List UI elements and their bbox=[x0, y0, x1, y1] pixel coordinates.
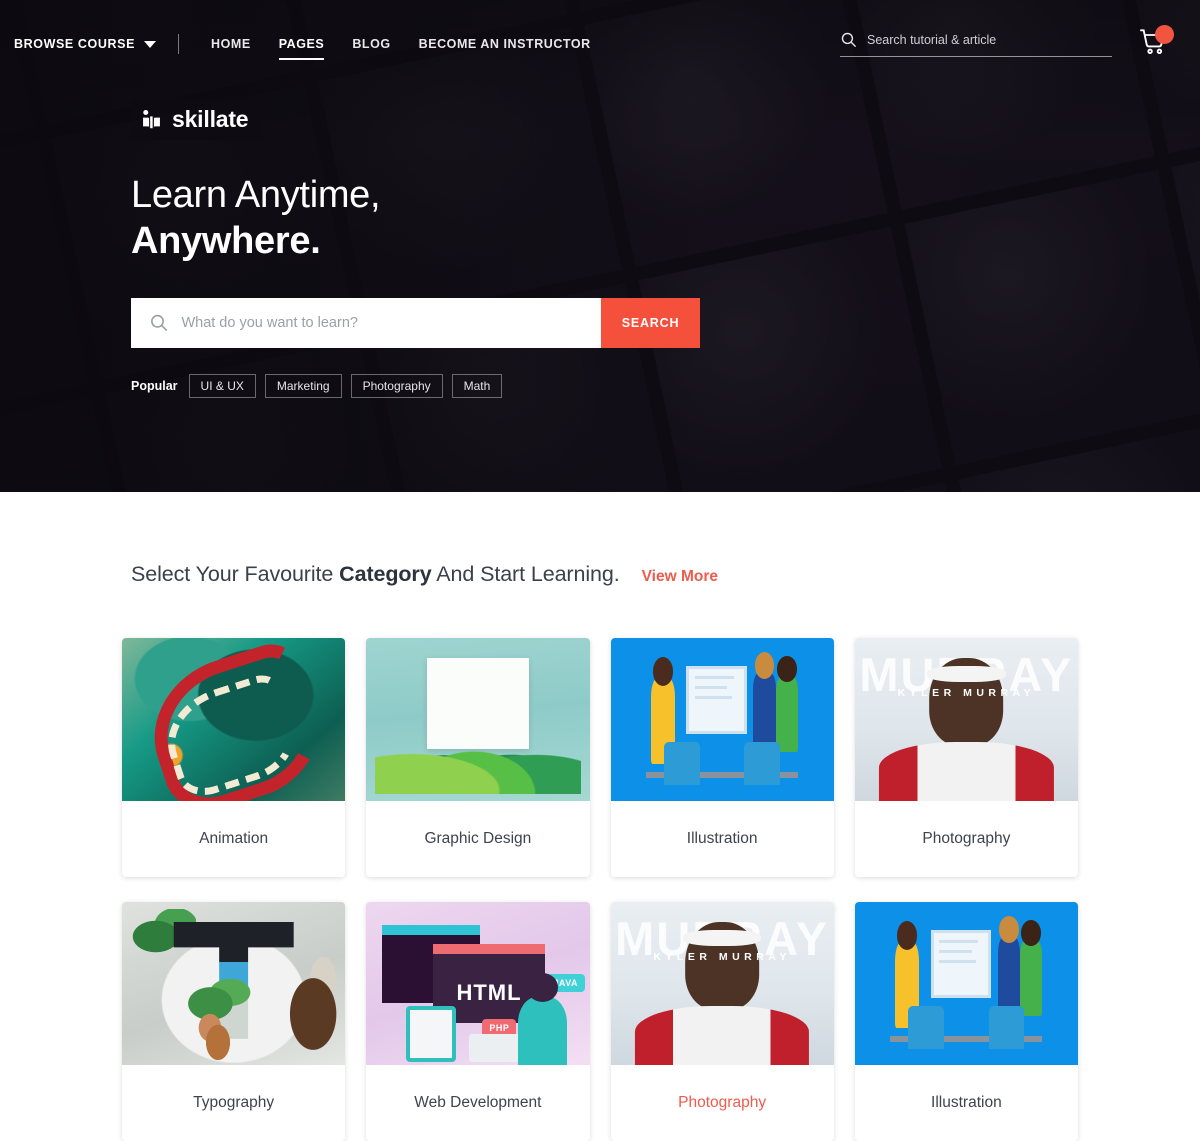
category-card-illustration[interactable]: Illustration bbox=[610, 638, 834, 877]
category-card-label: Web Development bbox=[414, 1094, 542, 1111]
hero-search-field[interactable] bbox=[131, 297, 601, 348]
section-title-bold: Category bbox=[339, 562, 432, 586]
animation-artwork bbox=[122, 638, 346, 801]
photo-art-small-text: KYLER MURRAY bbox=[897, 686, 1036, 699]
hero-title: Learn Anytime, Anywhere. bbox=[131, 172, 700, 265]
category-card-illustration-2[interactable]: Illustration bbox=[854, 902, 1078, 1141]
nav-item-home[interactable]: HOME bbox=[197, 27, 265, 61]
popular-tag-ui-ux[interactable]: UI & UX bbox=[188, 373, 256, 398]
category-card-graphic-design[interactable]: Graphic Design bbox=[366, 638, 590, 877]
search-icon bbox=[841, 32, 857, 48]
site-logo[interactable]: skillate bbox=[131, 99, 262, 140]
category-card-label: Animation bbox=[199, 830, 269, 847]
category-card-web-development[interactable]: HTML JAVA PHP Web Development bbox=[366, 902, 590, 1141]
nav-item-blog[interactable]: BLOG bbox=[338, 27, 404, 61]
main-navigation: BROWSE COURSE HOME PAGES BLOG BECOME AN … bbox=[0, 0, 1200, 88]
illustration-artwork bbox=[854, 902, 1078, 1065]
photography-artwork: MURRAY KYLER MURRAY bbox=[610, 902, 834, 1065]
view-more-link[interactable]: View More bbox=[642, 568, 718, 586]
nav-search-input[interactable] bbox=[867, 32, 1112, 47]
nav-divider bbox=[178, 34, 180, 54]
popular-tag-marketing[interactable]: Marketing bbox=[264, 373, 342, 398]
hero-search-button[interactable]: SEARCH bbox=[601, 297, 700, 348]
hero-title-line1: Learn Anytime, bbox=[131, 174, 381, 216]
nav-item-become-an-instructor[interactable]: BECOME AN INSTRUCTOR bbox=[405, 27, 605, 61]
nav-right-group bbox=[840, 25, 1174, 60]
popular-label: Popular bbox=[131, 378, 178, 393]
web-development-artwork: HTML JAVA PHP bbox=[366, 902, 590, 1065]
nav-item-pages[interactable]: PAGES bbox=[265, 27, 339, 61]
hero-search-bar: SEARCH bbox=[131, 297, 700, 348]
category-section-header: Select Your Favourite Category And Start… bbox=[0, 492, 1200, 587]
section-title-suffix: And Start Learning. bbox=[431, 562, 620, 586]
category-card-label: Graphic Design bbox=[424, 830, 532, 847]
cart-button[interactable] bbox=[1138, 25, 1174, 60]
page-title: Select Your Favourite Category And Start… bbox=[131, 562, 620, 587]
photography-artwork: MURRAY KYLER MURRAY bbox=[854, 638, 1078, 801]
nav-links: HOME PAGES BLOG BECOME AN INSTRUCTOR bbox=[197, 27, 605, 61]
typography-artwork bbox=[122, 902, 346, 1065]
chevron-down-icon bbox=[144, 40, 157, 48]
browse-course-label: BROWSE COURSE bbox=[14, 37, 136, 51]
section-title-prefix: Select Your Favourite bbox=[131, 562, 340, 586]
category-card-label: Typography bbox=[193, 1094, 275, 1111]
category-card-animation[interactable]: Animation bbox=[122, 638, 346, 877]
graphic-design-artwork bbox=[366, 638, 590, 801]
nav-search[interactable] bbox=[840, 31, 1112, 57]
category-card-photography-hovered[interactable]: MURRAY KYLER MURRAY Photography bbox=[610, 902, 834, 1141]
hero-content: skillate Learn Anytime, Anywhere. SEARCH… bbox=[131, 99, 700, 398]
hero-banner: BROWSE COURSE HOME PAGES BLOG BECOME AN … bbox=[0, 0, 1200, 492]
category-card-grid: Animation Graphic Design Illustration MU… bbox=[0, 638, 1200, 1141]
category-card-typography[interactable]: Typography bbox=[122, 902, 346, 1141]
category-section: Select Your Favourite Category And Start… bbox=[0, 492, 1200, 1141]
photo-art-small-text: KYLER MURRAY bbox=[653, 950, 791, 963]
category-card-label: Photography bbox=[922, 830, 1011, 847]
cart-badge bbox=[1155, 25, 1174, 44]
category-card-label: Illustration bbox=[686, 830, 758, 847]
hero-search-input[interactable] bbox=[181, 314, 583, 331]
browse-course-dropdown[interactable]: BROWSE COURSE bbox=[14, 27, 160, 61]
logo-text: skillate bbox=[172, 106, 249, 132]
illustration-artwork bbox=[610, 638, 834, 801]
popular-tags-row: Popular UI & UX Marketing Photography Ma… bbox=[131, 373, 700, 398]
search-icon bbox=[151, 315, 168, 332]
popular-tag-photography[interactable]: Photography bbox=[350, 373, 443, 398]
category-card-label: Illustration bbox=[931, 1094, 1002, 1111]
category-card-photography[interactable]: MURRAY KYLER MURRAY Photography bbox=[854, 638, 1078, 877]
hero-title-line2: Anywhere. bbox=[131, 220, 321, 263]
category-card-label: Photography bbox=[678, 1094, 767, 1111]
open-book-icon bbox=[143, 109, 160, 128]
nav-left-group: BROWSE COURSE HOME PAGES BLOG BECOME AN … bbox=[14, 27, 605, 61]
popular-tag-math[interactable]: Math bbox=[451, 373, 503, 398]
